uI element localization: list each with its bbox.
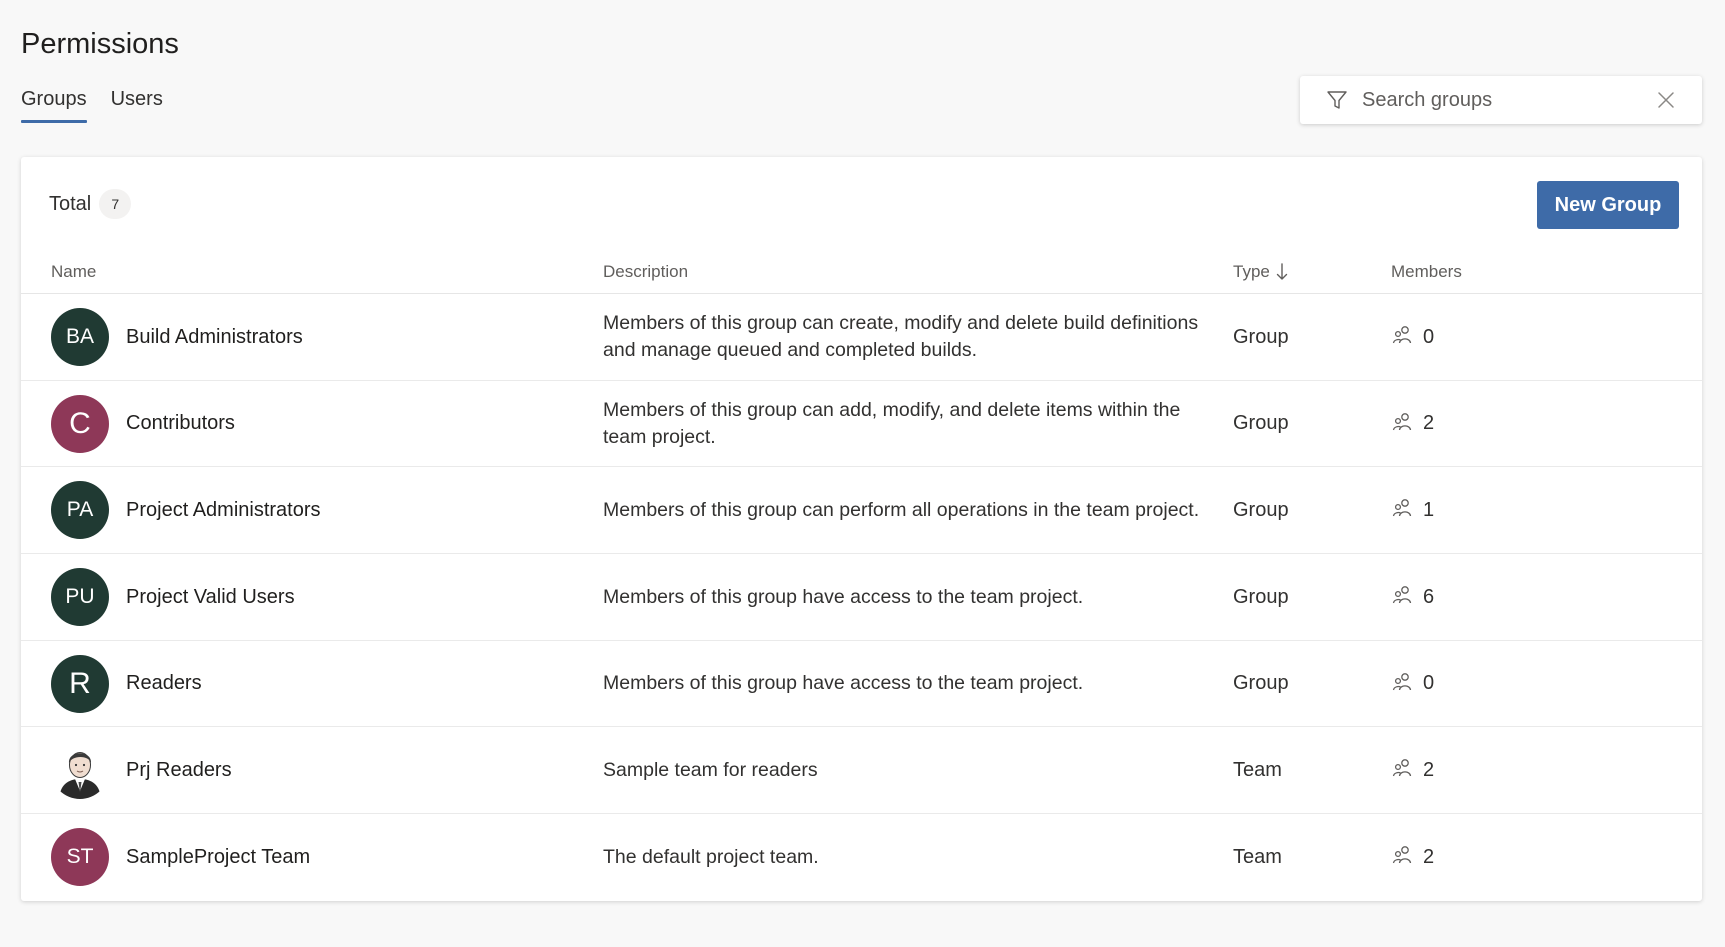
- avatar: C: [51, 394, 109, 453]
- column-header-members[interactable]: Members: [1391, 262, 1462, 282]
- members-count: 1: [1391, 467, 1434, 553]
- group-name[interactable]: Contributors: [126, 381, 235, 467]
- tab-users[interactable]: Users: [111, 88, 163, 123]
- group-name[interactable]: Project Valid Users: [126, 554, 295, 640]
- group-description: The default project team.: [603, 845, 819, 868]
- table-row[interactable]: R Readers Members of this group have acc…: [21, 641, 1702, 728]
- avatar: R: [51, 654, 109, 713]
- table-row[interactable]: Prj Readers Sample team for readers Team…: [21, 727, 1702, 815]
- people-icon: [1391, 672, 1413, 692]
- group-name[interactable]: Prj Readers: [126, 727, 232, 813]
- members-count-value: 2: [1423, 412, 1435, 435]
- members-count: 0: [1391, 294, 1434, 380]
- search-input[interactable]: [1362, 88, 1652, 112]
- members-count: 2: [1391, 381, 1434, 467]
- column-header-type[interactable]: Type: [1233, 262, 1288, 282]
- people-icon: [1391, 412, 1413, 432]
- arrow-down-icon: [1276, 263, 1288, 281]
- table-row[interactable]: BA Build Administrators Members of this …: [21, 294, 1702, 381]
- close-icon[interactable]: [1656, 90, 1676, 110]
- total-count-badge: 7: [99, 189, 132, 219]
- members-count-value: 0: [1423, 672, 1435, 695]
- person-photo-avatar: [51, 741, 109, 800]
- members-count: 2: [1391, 727, 1434, 813]
- table-row[interactable]: PA Project Administrators Members of thi…: [21, 467, 1702, 555]
- group-type: Group: [1233, 585, 1289, 608]
- members-count: 6: [1391, 554, 1434, 640]
- new-group-button[interactable]: New Group: [1537, 181, 1679, 229]
- table-row[interactable]: C Contributors Members of this group can…: [21, 381, 1702, 468]
- avatar: ST: [51, 828, 109, 887]
- table-row[interactable]: ST SampleProject Team The default projec…: [21, 814, 1702, 901]
- group-description: Members of this group have access to the…: [603, 585, 1084, 608]
- avatar: BA: [51, 308, 109, 366]
- group-name[interactable]: SampleProject Team: [126, 814, 310, 900]
- group-type: Group: [1233, 498, 1289, 521]
- group-name[interactable]: Project Administrators: [126, 467, 321, 553]
- group-description: Sample team for readers: [603, 758, 818, 781]
- members-count-value: 0: [1423, 325, 1435, 348]
- group-name[interactable]: Build Administrators: [126, 294, 303, 380]
- total-label: Total: [49, 192, 92, 215]
- group-description: Members of this group have access to the…: [603, 672, 1084, 695]
- search-box: [1300, 76, 1702, 124]
- members-count-value: 2: [1423, 758, 1435, 781]
- total-summary: Total 7: [49, 189, 132, 219]
- group-list: BA Build Administrators Members of this …: [21, 294, 1702, 901]
- group-description: Members of this group can perform all op…: [603, 498, 1200, 521]
- members-count: 2: [1391, 814, 1434, 900]
- page-title: Permissions: [21, 28, 179, 60]
- group-description: Members of this group can create, modify…: [603, 312, 1199, 361]
- members-count-value: 6: [1423, 585, 1435, 608]
- avatar: PA: [51, 481, 109, 540]
- people-icon: [1391, 585, 1413, 605]
- group-type: Team: [1233, 758, 1282, 781]
- column-header-name[interactable]: Name: [51, 262, 96, 282]
- table-row[interactable]: PU Project Valid Users Members of this g…: [21, 554, 1702, 641]
- filter-icon: [1326, 89, 1348, 111]
- group-type: Team: [1233, 845, 1282, 868]
- people-icon: [1391, 498, 1413, 518]
- group-name[interactable]: Readers: [126, 641, 202, 727]
- groups-card: Total 7 New Group Name Description Type …: [21, 157, 1702, 901]
- group-description: Members of this group can add, modify, a…: [603, 398, 1181, 448]
- members-count-value: 2: [1423, 845, 1435, 868]
- people-icon: [1391, 325, 1413, 345]
- people-icon: [1391, 845, 1413, 865]
- column-header-type-label: Type: [1233, 262, 1270, 281]
- permissions-page: Permissions Groups Users Total 7 New Gro…: [0, 0, 1725, 947]
- tab-list: Groups Users: [21, 88, 187, 123]
- group-type: Group: [1233, 325, 1289, 348]
- table-header: Name Description Type Members: [21, 247, 1702, 294]
- group-type: Group: [1233, 412, 1289, 435]
- group-type: Group: [1233, 672, 1289, 695]
- people-icon: [1391, 758, 1413, 778]
- members-count-value: 1: [1423, 498, 1435, 521]
- column-header-description[interactable]: Description: [603, 262, 688, 282]
- avatar: PU: [51, 568, 109, 627]
- tab-groups[interactable]: Groups: [21, 88, 87, 123]
- members-count: 0: [1391, 641, 1434, 727]
